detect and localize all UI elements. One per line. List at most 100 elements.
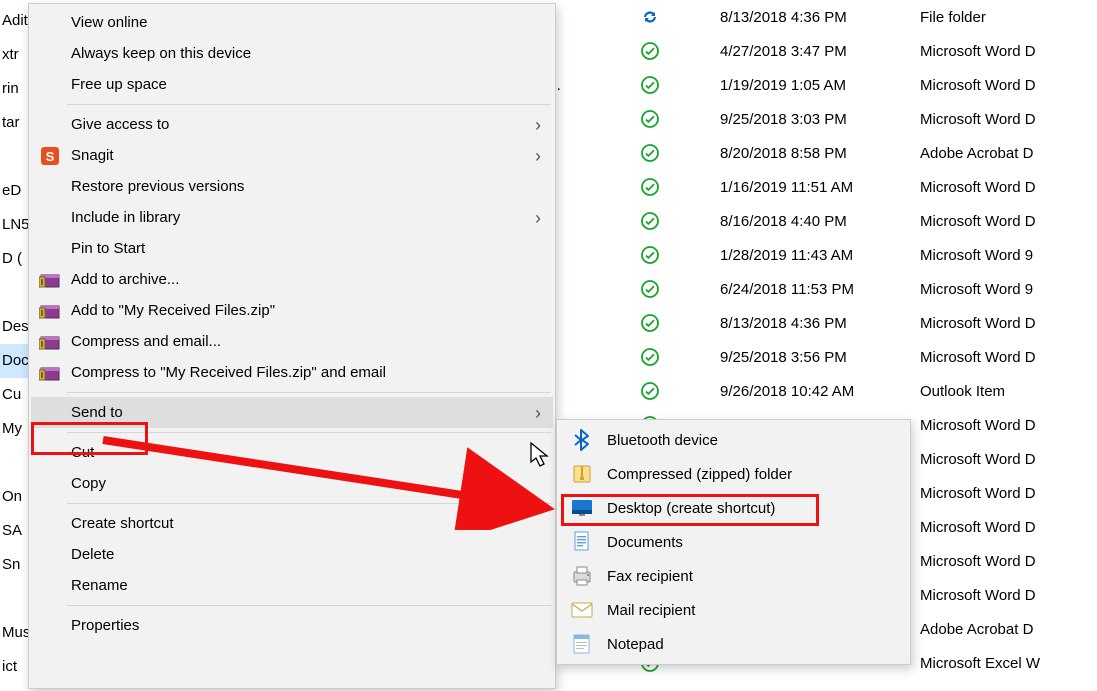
sendto-item-documents[interactable]: Documents xyxy=(559,525,908,559)
nav-tree-item[interactable]: D ( xyxy=(0,242,28,276)
submenu-arrow-icon: › xyxy=(535,116,541,134)
file-type: Adobe Acrobat D xyxy=(920,621,1097,638)
nav-tree-item[interactable]: Adit xyxy=(0,4,28,38)
zip-icon xyxy=(571,463,593,485)
nav-tree-item[interactable] xyxy=(0,140,28,174)
menu-item-label: Compress and email... xyxy=(71,333,221,350)
file-row[interactable]: 8/20/2018 8:58 PMAdobe Acrobat D xyxy=(520,136,1097,170)
menu-item-snagit[interactable]: SSnagit› xyxy=(31,140,553,171)
cloud-available-icon xyxy=(580,347,720,367)
nav-tree-item[interactable]: SA xyxy=(0,514,28,548)
sendto-item-mail-recipient[interactable]: Mail recipient xyxy=(559,593,908,627)
nav-tree-item[interactable]: LN5 xyxy=(0,208,28,242)
menu-item-create-shortcut[interactable]: Create shortcut xyxy=(31,508,553,539)
menu-item-properties[interactable]: Properties xyxy=(31,610,553,641)
file-type: Microsoft Word D xyxy=(920,315,1097,332)
file-row[interactable]: n.d...8/16/2018 4:40 PMMicrosoft Word D xyxy=(520,204,1097,238)
menu-item-label: Snagit xyxy=(71,147,114,164)
file-row[interactable]: lyre...9/25/2018 3:56 PMMicrosoft Word D xyxy=(520,340,1097,374)
nav-tree-item[interactable]: eD xyxy=(0,174,28,208)
menu-item-add-to-archive[interactable]: Add to archive... xyxy=(31,264,553,295)
file-row[interactable]: 1/28/2019 11:43 AMMicrosoft Word 9 xyxy=(520,238,1097,272)
fax-icon xyxy=(571,565,593,587)
menu-item-include-in-library[interactable]: Include in library› xyxy=(31,202,553,233)
menu-item-label: Copy xyxy=(71,475,106,492)
file-row[interactable]: ocx8/13/2018 4:36 PMMicrosoft Word D xyxy=(520,306,1097,340)
file-date: 1/19/2019 1:05 AM xyxy=(720,77,920,94)
nav-tree-item[interactable]: Mus xyxy=(0,616,28,650)
menu-item-compress-to-my-received-files-zip-and-email[interactable]: Compress to "My Received Files.zip" and … xyxy=(31,357,553,388)
cloud-available-icon xyxy=(580,211,720,231)
menu-item-label: Restore previous versions xyxy=(71,178,244,195)
nav-tree-item[interactable] xyxy=(0,582,28,616)
nav-tree-item[interactable]: xtr xyxy=(0,38,28,72)
menu-item-label: View online xyxy=(71,14,147,31)
nav-tree-item[interactable]: On xyxy=(0,480,28,514)
menu-item-restore-previous-versions[interactable]: Restore previous versions xyxy=(31,171,553,202)
sendto-item-notepad[interactable]: Notepad xyxy=(559,627,908,661)
file-type: Microsoft Word D xyxy=(920,519,1097,536)
cloud-available-icon xyxy=(580,177,720,197)
menu-item-compress-and-email[interactable]: Compress and email... xyxy=(31,326,553,357)
menu-item-free-up-space[interactable]: Free up space xyxy=(31,69,553,100)
file-type: Microsoft Word D xyxy=(920,553,1097,570)
sendto-item-fax-recipient[interactable]: Fax recipient xyxy=(559,559,908,593)
cloud-available-icon xyxy=(580,279,720,299)
file-type: Microsoft Word D xyxy=(920,349,1097,366)
nav-tree-item[interactable]: tar xyxy=(0,106,28,140)
mail-icon xyxy=(571,599,593,621)
file-type: Microsoft Word D xyxy=(920,43,1097,60)
menu-item-delete[interactable]: Delete xyxy=(31,539,553,570)
file-date: 1/16/2019 11:51 AM xyxy=(720,179,920,196)
menu-item-send-to[interactable]: Send to› xyxy=(31,397,553,428)
file-row[interactable]: 9/26/2018 10:42 AMOutlook Item xyxy=(520,374,1097,408)
file-type: Microsoft Word D xyxy=(920,417,1097,434)
menu-item-view-online[interactable]: View online xyxy=(31,7,553,38)
file-row[interactable]: 8/13/2018 4:36 PMFile folder xyxy=(520,0,1097,34)
file-row[interactable]: 4/27/2018 3:47 PMMicrosoft Word D xyxy=(520,34,1097,68)
file-row[interactable]: 1/16/2019 11:51 AMMicrosoft Word D xyxy=(520,170,1097,204)
winrar-icon xyxy=(39,269,61,291)
file-date: 9/25/2018 3:03 PM xyxy=(720,111,920,128)
nav-tree-item[interactable]: Des xyxy=(0,310,28,344)
file-row[interactable]: vo d...1/19/2019 1:05 AMMicrosoft Word D xyxy=(520,68,1097,102)
sendto-item-desktop-create-shortcut[interactable]: Desktop (create shortcut) xyxy=(559,491,908,525)
file-row[interactable]: f M...9/25/2018 3:03 PMMicrosoft Word D xyxy=(520,102,1097,136)
file-date: 9/26/2018 10:42 AM xyxy=(720,383,920,400)
file-type: Microsoft Word D xyxy=(920,451,1097,468)
bluetooth-icon xyxy=(571,429,593,451)
cloud-available-icon xyxy=(580,245,720,265)
nav-tree-item[interactable] xyxy=(0,446,28,480)
submenu-arrow-icon: › xyxy=(535,209,541,227)
nav-tree-item[interactable]: Cu xyxy=(0,378,28,412)
file-date: 8/13/2018 4:36 PM xyxy=(720,9,920,26)
sendto-item-label: Notepad xyxy=(607,636,664,653)
file-date: 8/16/2018 4:40 PM xyxy=(720,213,920,230)
sendto-item-compressed-zipped-folder[interactable]: Compressed (zipped) folder xyxy=(559,457,908,491)
menu-item-label: Pin to Start xyxy=(71,240,145,257)
menu-item-always-keep-on-this-device[interactable]: Always keep on this device xyxy=(31,38,553,69)
nav-tree-item[interactable]: Doc xyxy=(0,344,28,378)
menu-item-cut[interactable]: Cut xyxy=(31,437,553,468)
winrar-icon xyxy=(39,362,61,384)
menu-item-give-access-to[interactable]: Give access to› xyxy=(31,109,553,140)
menu-separator xyxy=(67,104,551,105)
file-type: File folder xyxy=(920,9,1097,26)
menu-item-pin-to-start[interactable]: Pin to Start xyxy=(31,233,553,264)
sendto-item-label: Documents xyxy=(607,534,683,551)
send-to-submenu: Bluetooth deviceCompressed (zipped) fold… xyxy=(556,419,911,665)
menu-item-copy[interactable]: Copy xyxy=(31,468,553,499)
file-date: 8/13/2018 4:36 PM xyxy=(720,315,920,332)
cloud-available-icon xyxy=(580,313,720,333)
nav-tree-item[interactable]: ict xyxy=(0,650,28,684)
file-date: 1/28/2019 11:43 AM xyxy=(720,247,920,264)
menu-item-rename[interactable]: Rename xyxy=(31,570,553,601)
file-row[interactable]: 6/24/2018 11:53 PMMicrosoft Word 9 xyxy=(520,272,1097,306)
nav-tree-item[interactable]: Sn xyxy=(0,548,28,582)
nav-tree-item[interactable] xyxy=(0,276,28,310)
sendto-item-bluetooth-device[interactable]: Bluetooth device xyxy=(559,423,908,457)
menu-item-add-to-my-received-files-zip[interactable]: Add to "My Received Files.zip" xyxy=(31,295,553,326)
nav-tree-item[interactable]: My xyxy=(0,412,28,446)
nav-tree-item[interactable]: rin xyxy=(0,72,28,106)
snagit-icon: S xyxy=(39,145,61,167)
